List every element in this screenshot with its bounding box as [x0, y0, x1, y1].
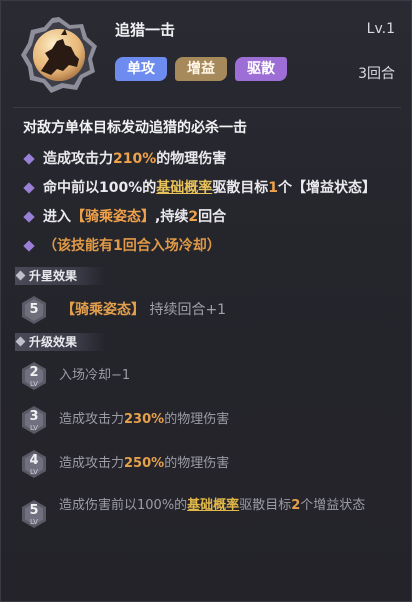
effect-damage: 造成攻击力210%的物理伤害	[23, 149, 403, 178]
upgrade-effect-header: 升级效果	[15, 333, 105, 351]
skill-tags: 单攻 增益 驱散	[115, 57, 287, 81]
effect-riding-stance: 进入【骑乘姿态】,持续2回合	[23, 207, 403, 236]
effect-list: 造成攻击力210%的物理伤害 命中前以100%的基础概率驱散目标1个【增益状态】…	[23, 149, 403, 265]
upgrade-text: 造成伤害前以100%的基础概率驱散目标2个增益状态	[59, 498, 366, 513]
level-badge-icon: 3 LV	[21, 405, 47, 435]
base-chance-link[interactable]: 基础概率	[156, 180, 212, 196]
skill-description: 对敌方单体目标发动追猎的必杀一击	[23, 120, 247, 136]
skill-panel: 追猎一击 Lv.1 单攻 增益 驱散 3回合 对敌方单体目标发动追猎的必杀一击 …	[0, 0, 412, 602]
diamond-bullet-icon	[23, 240, 35, 252]
upgrade-text: 造成攻击力250%的物理伤害	[59, 456, 230, 471]
upgrade-text: 入场冷却−1	[59, 368, 131, 383]
level-badge-icon: 2 LV	[21, 361, 47, 391]
tag-dispel: 驱散	[235, 57, 287, 81]
star-badge-icon: 5	[21, 295, 47, 325]
skill-level: Lv.1	[366, 21, 395, 37]
star-effect-header: 升星效果	[15, 267, 105, 285]
diamond-bullet-icon	[23, 182, 35, 194]
level-badge-icon: 5 LV	[21, 499, 47, 529]
effect-dispel: 命中前以100%的基础概率驱散目标1个【增益状态】	[23, 178, 403, 207]
tag-single-target: 单攻	[115, 57, 167, 81]
skill-header: 追猎一击 Lv.1 单攻 增益 驱散 3回合	[1, 1, 412, 105]
level-badge-icon: 4 LV	[21, 449, 47, 479]
skill-cooldown: 3回合	[358, 66, 395, 82]
diamond-bullet-icon	[23, 211, 35, 223]
effect-entry-cooldown: （该技能有1回合入场冷却）	[23, 236, 403, 265]
tag-buff: 增益	[175, 57, 227, 81]
upgrade-text: 造成攻击力230%的物理伤害	[59, 412, 230, 427]
mounted-knight-icon	[19, 15, 99, 95]
skill-name: 追猎一击	[115, 21, 176, 39]
diamond-bullet-icon	[23, 153, 35, 165]
header-divider	[13, 107, 401, 108]
star-effect-text: 【骑乘姿态】 持续回合+1	[61, 302, 227, 318]
